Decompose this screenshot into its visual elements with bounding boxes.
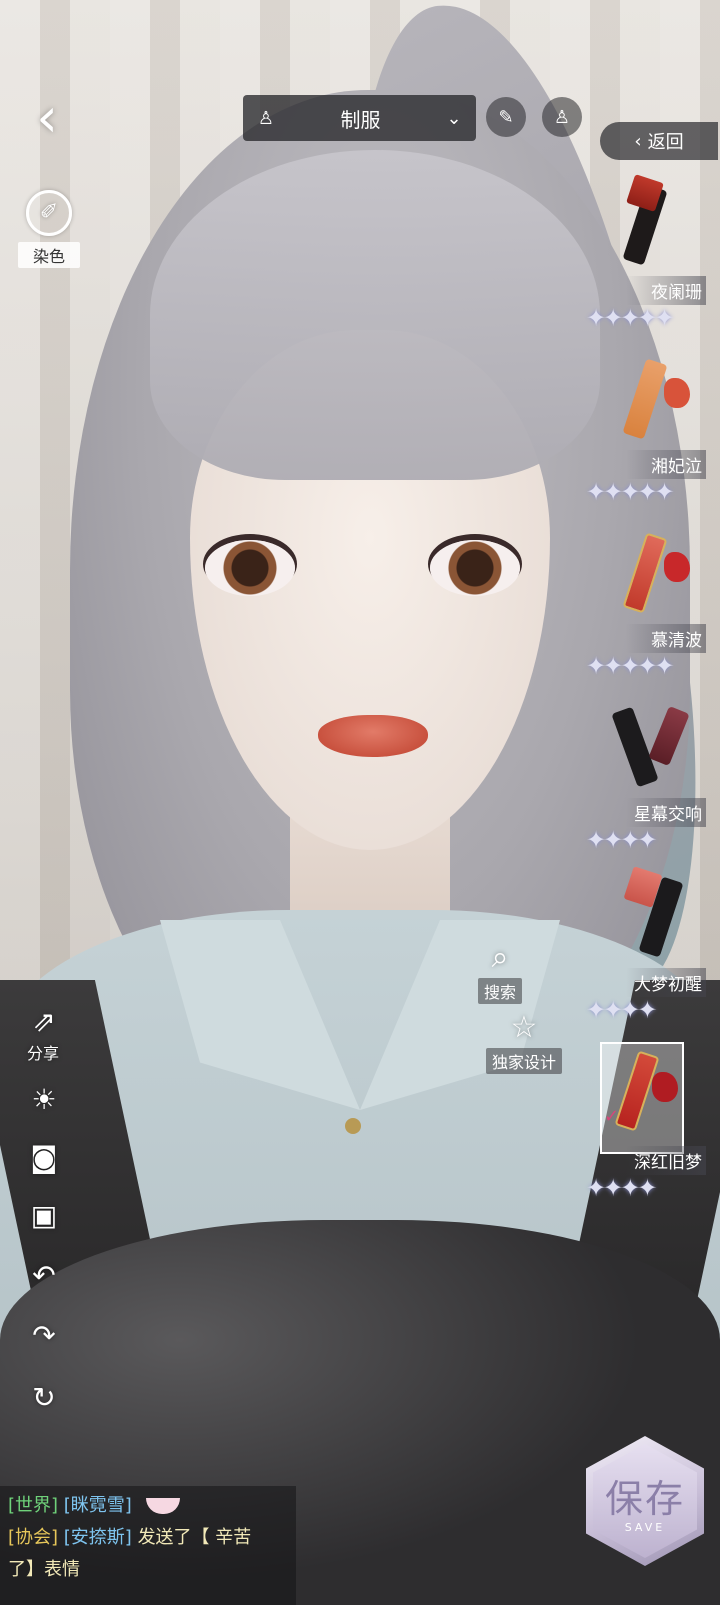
palette-icon: ✐ [26, 190, 72, 236]
dye-tool[interactable]: ✐ 染色 [18, 190, 80, 268]
lipstick-thumbnail: ✓ [600, 1042, 684, 1154]
lipstick-item-selected[interactable]: ✓ 深红旧梦 ✦✦✦✦ [586, 1042, 712, 1218]
lipstick-name: 深红旧梦 [626, 1146, 706, 1175]
exclusive-design-label: 独家设计 [486, 1048, 563, 1074]
rating-stars: ✦✦✦✦✦ [586, 478, 675, 506]
search-icon: ⌕ [491, 940, 509, 975]
category-label: 制服 [340, 107, 381, 132]
rating-stars: ✦✦✦✦✦ [586, 304, 675, 332]
color-swatch [652, 1072, 678, 1102]
left-eye [205, 540, 295, 596]
lipstick-thumbnail [610, 352, 696, 448]
lipstick-name: 湘妃泣 [626, 450, 706, 479]
lipstick-thumbnail [610, 700, 696, 796]
outfit-icon[interactable]: ♙ [542, 97, 582, 137]
rating-stars: ✦✦✦✦✦ [586, 652, 675, 680]
rating-stars: ✦✦✦✦ [586, 826, 657, 854]
save-button-face: 保存 SAVE [593, 1444, 697, 1558]
lipstick-name: 星幕交响 [626, 798, 706, 827]
chat-username[interactable]: [眯霓雪] [64, 1495, 132, 1516]
save-label: 保存 [604, 1477, 685, 1521]
lipstick-item[interactable]: 大梦初醒 ✦✦✦✦ [586, 866, 712, 1040]
rating-stars: ✦✦✦✦ [586, 1174, 657, 1202]
lipstick-name: 夜阑珊 [626, 276, 706, 305]
lipstick-name: 大梦初醒 [626, 968, 706, 997]
chat-line: [协会] [安捺斯] 发送了【 辛苦 [8, 1522, 288, 1554]
lipstick-thumbnail [610, 866, 696, 966]
image-icon[interactable]: ▣ [24, 1196, 64, 1236]
camera-icon[interactable]: ◙ [24, 1138, 64, 1178]
check-icon: ✓ [604, 1106, 620, 1127]
character-lips [318, 715, 428, 757]
back-arrow-icon[interactable]: ‹ [22, 88, 72, 148]
save-sublabel: SAVE [624, 1521, 666, 1534]
return-button[interactable]: ‹ 返回 [600, 122, 718, 160]
chevron-down-icon: ⌄ [446, 107, 462, 129]
redo-icon[interactable]: ↷ [24, 1316, 64, 1356]
rating-stars: ✦✦✦✦ [586, 996, 657, 1024]
search-label: 搜索 [478, 978, 523, 1004]
return-label: 返回 [647, 132, 684, 153]
color-swatch [664, 378, 690, 408]
exclusive-design-button[interactable]: ☆ 独家设计 [486, 1010, 563, 1074]
chat-line: [世界] [眯霓雪] [8, 1490, 288, 1522]
dress-icon: ♙ [257, 107, 275, 129]
chat-line: 了】表情 [8, 1554, 288, 1586]
dye-label: 染色 [18, 242, 80, 268]
lipstick-item[interactable]: 星幕交响 ✦✦✦✦ [586, 700, 712, 870]
chat-username[interactable]: [安捺斯] [64, 1527, 132, 1548]
guild-channel-tag: [协会] [8, 1527, 59, 1548]
color-swatch [664, 552, 690, 582]
search-button[interactable]: ⌕ 搜索 [478, 940, 523, 1004]
emoji-icon [145, 1498, 180, 1514]
lipstick-item[interactable]: 湘妃泣 ✦✦✦✦✦ [586, 352, 712, 522]
hair-bangs [150, 150, 600, 480]
lighting-icon[interactable]: ☀ [24, 1080, 64, 1120]
world-channel-tag: [世界] [8, 1495, 59, 1516]
reset-icon[interactable]: ↻ [24, 1378, 64, 1418]
lipstick-thumbnail [610, 526, 696, 622]
lip-gloss-tube [622, 358, 668, 440]
lipstick-name: 慕清波 [626, 624, 706, 653]
chevron-left-icon: ‹ [634, 130, 642, 152]
chat-message: 发送了【 辛苦 [137, 1527, 252, 1548]
right-eye [430, 540, 520, 596]
undo-icon[interactable]: ↶ [24, 1256, 64, 1296]
star-outline-icon: ☆ [510, 1010, 538, 1045]
shirt-button [345, 1118, 361, 1134]
brush-icon[interactable]: ✎ [486, 97, 526, 137]
lipstick-tube [622, 532, 668, 614]
category-selector[interactable]: ♙ 制服 ⌄ [243, 95, 476, 141]
chat-message: 了】表情 [8, 1559, 80, 1580]
share-label: 分享 [26, 1044, 59, 1063]
lipstick-item[interactable]: 慕清波 ✦✦✦✦✦ [586, 526, 712, 696]
lipstick-item[interactable]: 夜阑珊 ✦✦✦✦✦ [586, 174, 712, 348]
lipstick-thumbnail [610, 174, 696, 274]
chat-panel[interactable]: [世界] [眯霓雪] [协会] [安捺斯] 发送了【 辛苦 了】表情 [0, 1486, 296, 1605]
share-icon[interactable]: ⇗ [24, 1002, 64, 1042]
lipstick-bullet [648, 705, 690, 767]
